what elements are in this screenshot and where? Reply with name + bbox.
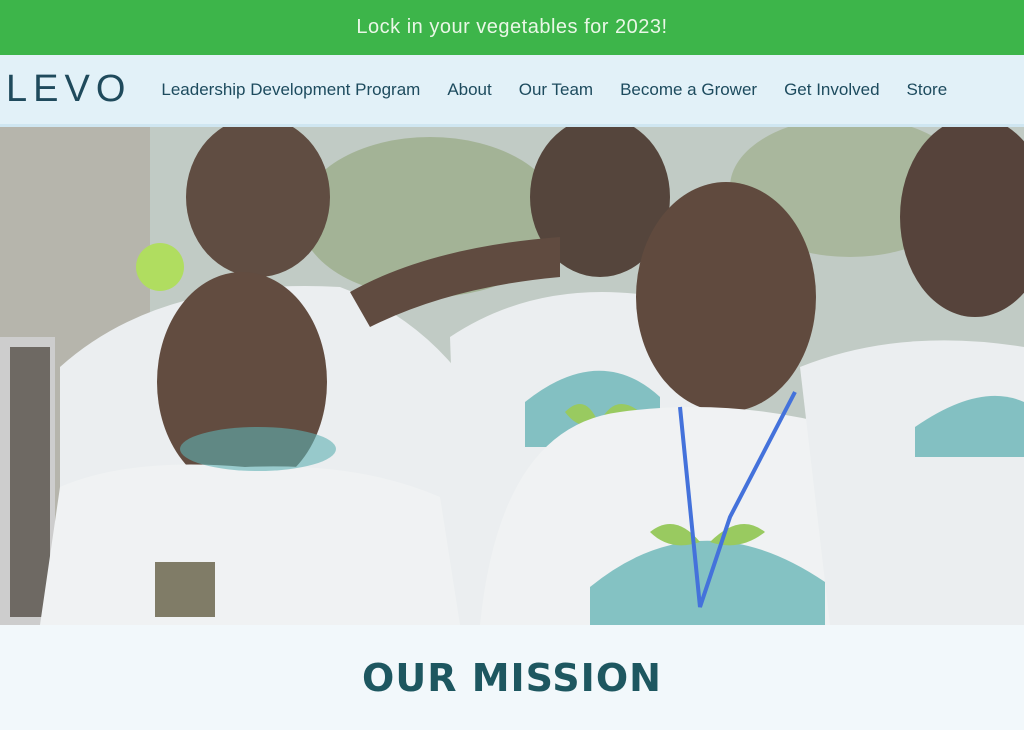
nav-menu: Leadership Development Program About Our… [161, 80, 947, 100]
mission-heading: OUR MISSION [362, 655, 662, 700]
nav-item-get-involved[interactable]: Get Involved [784, 80, 879, 100]
nav-item-our-team[interactable]: Our Team [519, 80, 593, 100]
hero-image [0, 127, 1024, 625]
mission-section: OUR MISSION [0, 625, 1024, 730]
site-logo[interactable]: LEVO [6, 68, 131, 111]
nav-item-about[interactable]: About [447, 80, 491, 100]
hero-photo [0, 127, 1024, 625]
promo-banner-text[interactable]: Lock in your vegetables for 2023! [356, 16, 667, 39]
nav-item-become-a-grower[interactable]: Become a Grower [620, 80, 757, 100]
nav-item-leadership-development-program[interactable]: Leadership Development Program [161, 80, 420, 100]
main-navigation: LEVO Leadership Development Program Abou… [0, 55, 1024, 127]
promo-banner[interactable]: Lock in your vegetables for 2023! [0, 0, 1024, 55]
nav-item-store[interactable]: Store [907, 80, 948, 100]
